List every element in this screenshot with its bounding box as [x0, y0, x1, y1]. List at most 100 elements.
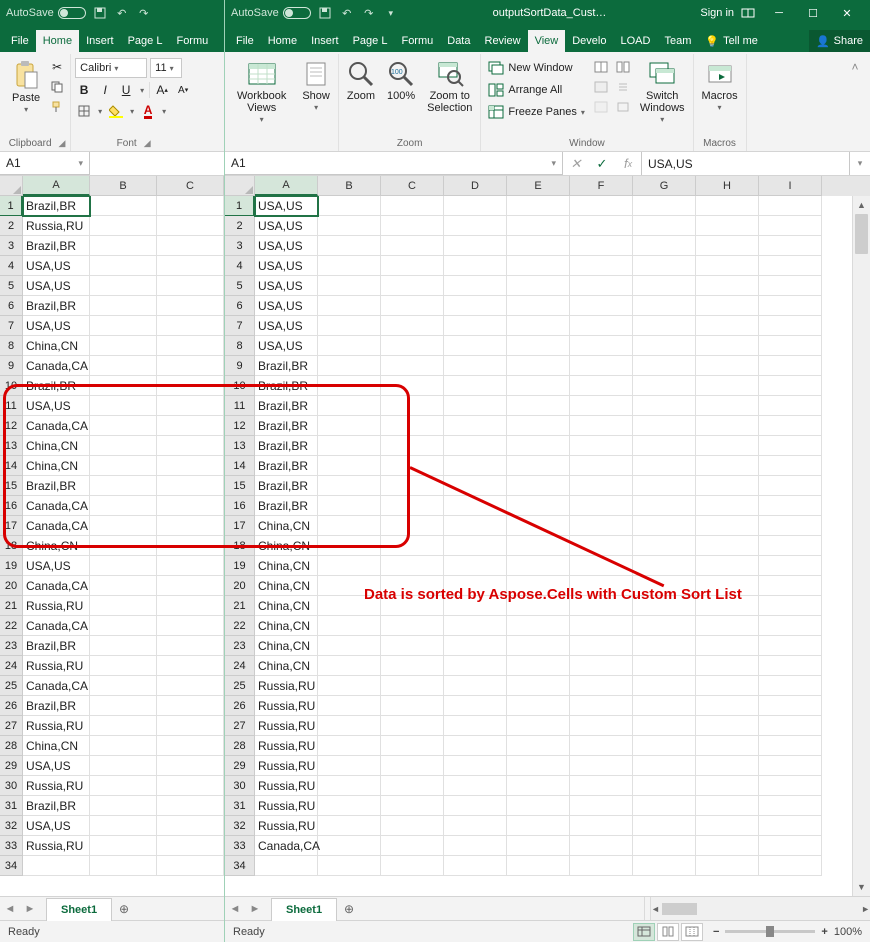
cell[interactable]	[381, 436, 444, 456]
cell[interactable]	[90, 756, 157, 776]
cell[interactable]	[759, 496, 822, 516]
cell[interactable]	[759, 696, 822, 716]
cell[interactable]	[157, 756, 224, 776]
cell[interactable]: Canada,CA	[23, 496, 90, 516]
cell[interactable]	[318, 676, 381, 696]
cell[interactable]	[90, 616, 157, 636]
column-header-A[interactable]: A	[23, 176, 90, 196]
row-header[interactable]: 26	[225, 696, 255, 716]
row-header[interactable]: 20	[225, 576, 255, 596]
cell[interactable]	[570, 756, 633, 776]
cell[interactable]	[318, 316, 381, 336]
cell[interactable]	[381, 516, 444, 536]
cell[interactable]	[444, 236, 507, 256]
view-side-icon[interactable]	[614, 58, 632, 76]
right-name-box[interactable]: A1▾	[225, 152, 563, 175]
cell[interactable]	[381, 496, 444, 516]
cell[interactable]	[444, 776, 507, 796]
cell[interactable]	[507, 216, 570, 236]
cell[interactable]	[90, 856, 157, 876]
cell[interactable]	[696, 756, 759, 776]
cell[interactable]	[255, 856, 318, 876]
cell[interactable]	[696, 616, 759, 636]
cell[interactable]: USA,US	[255, 256, 318, 276]
cell[interactable]	[444, 416, 507, 436]
row-header[interactable]: 24	[0, 656, 23, 676]
cell[interactable]: Canada,CA	[23, 676, 90, 696]
minimize-button[interactable]: ─	[762, 0, 796, 26]
tab-team[interactable]: Team	[657, 30, 698, 52]
cell[interactable]	[570, 856, 633, 876]
fillcolor-dd-icon[interactable]: ▾	[128, 102, 136, 120]
cell[interactable]	[633, 336, 696, 356]
cell[interactable]	[507, 276, 570, 296]
cell[interactable]	[633, 476, 696, 496]
new-window-button[interactable]: New Window	[485, 58, 588, 78]
cell[interactable]	[318, 796, 381, 816]
cell[interactable]	[759, 636, 822, 656]
cell[interactable]	[157, 776, 224, 796]
cell[interactable]	[444, 476, 507, 496]
column-header-F[interactable]: F	[570, 176, 633, 196]
row-header[interactable]: 30	[0, 776, 23, 796]
cell[interactable]	[633, 756, 696, 776]
cell[interactable]	[696, 296, 759, 316]
cell[interactable]	[444, 216, 507, 236]
cell[interactable]	[570, 616, 633, 636]
cell[interactable]	[157, 196, 224, 216]
redo-icon[interactable]: ↷	[361, 5, 377, 21]
cell[interactable]	[157, 656, 224, 676]
cell[interactable]	[570, 656, 633, 676]
cell[interactable]	[696, 576, 759, 596]
cell[interactable]	[570, 716, 633, 736]
row-header[interactable]: 8	[225, 336, 255, 356]
hide-icon[interactable]	[592, 78, 610, 96]
row-header[interactable]: 24	[225, 656, 255, 676]
tab-formulas[interactable]: Formu	[394, 30, 440, 52]
cell[interactable]	[507, 376, 570, 396]
cell[interactable]	[696, 476, 759, 496]
cell[interactable]	[381, 696, 444, 716]
cell[interactable]	[90, 636, 157, 656]
cell[interactable]: Brazil,BR	[255, 416, 318, 436]
cell[interactable]	[570, 516, 633, 536]
cell[interactable]	[157, 556, 224, 576]
cell[interactable]	[381, 296, 444, 316]
vertical-scrollbar[interactable]: ▲ ▼	[852, 196, 870, 896]
cell[interactable]	[318, 536, 381, 556]
cell[interactable]	[633, 456, 696, 476]
cell[interactable]	[157, 636, 224, 656]
formula-input[interactable]: USA,US	[642, 152, 850, 175]
cell[interactable]: Brazil,BR	[23, 236, 90, 256]
row-header[interactable]: 20	[0, 576, 23, 596]
cell[interactable]	[318, 256, 381, 276]
cell[interactable]	[318, 336, 381, 356]
cell[interactable]	[696, 276, 759, 296]
close-button[interactable]: ✕	[830, 0, 864, 26]
cell[interactable]	[381, 356, 444, 376]
sheet-nav-prev-icon[interactable]: ◄	[0, 897, 20, 920]
sheet-nav-next-icon[interactable]: ►	[245, 897, 265, 920]
cell[interactable]	[318, 296, 381, 316]
cell[interactable]: Brazil,BR	[255, 436, 318, 456]
row-header[interactable]: 33	[225, 836, 255, 856]
cell[interactable]	[507, 456, 570, 476]
cell[interactable]	[570, 356, 633, 376]
cell[interactable]: China,CN	[23, 456, 90, 476]
share-button[interactable]: 👤Share	[809, 30, 870, 52]
cell[interactable]	[90, 496, 157, 516]
row-header[interactable]: 8	[0, 336, 23, 356]
cell[interactable]	[633, 836, 696, 856]
cell[interactable]	[157, 716, 224, 736]
cell[interactable]	[381, 856, 444, 876]
cell[interactable]	[318, 496, 381, 516]
cell[interactable]	[318, 516, 381, 536]
cell[interactable]	[157, 676, 224, 696]
workbook-views-button[interactable]: Workbook Views ▾	[233, 58, 290, 127]
cell[interactable]	[381, 776, 444, 796]
cell[interactable]	[381, 456, 444, 476]
cut-icon[interactable]: ✂	[48, 58, 66, 76]
cell[interactable]	[570, 736, 633, 756]
cell[interactable]	[90, 836, 157, 856]
cell[interactable]	[570, 696, 633, 716]
